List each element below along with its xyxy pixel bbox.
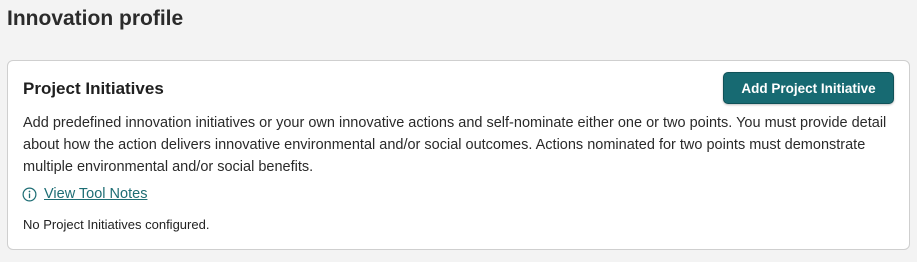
- card-title: Project Initiatives: [23, 79, 164, 98]
- add-project-initiative-button[interactable]: Add Project Initiative: [723, 72, 894, 104]
- card-description: Add predefined innovation initiatives or…: [23, 115, 887, 175]
- view-tool-notes[interactable]: View Tool Notes: [22, 186, 147, 202]
- page-title: Innovation profile: [7, 7, 184, 30]
- view-tool-notes-link[interactable]: View Tool Notes: [44, 186, 147, 202]
- info-icon: [22, 187, 37, 202]
- empty-state-message: No Project Initiatives configured.: [23, 217, 210, 232]
- project-initiatives-card: Project Initiatives Add Project Initiati…: [7, 60, 910, 250]
